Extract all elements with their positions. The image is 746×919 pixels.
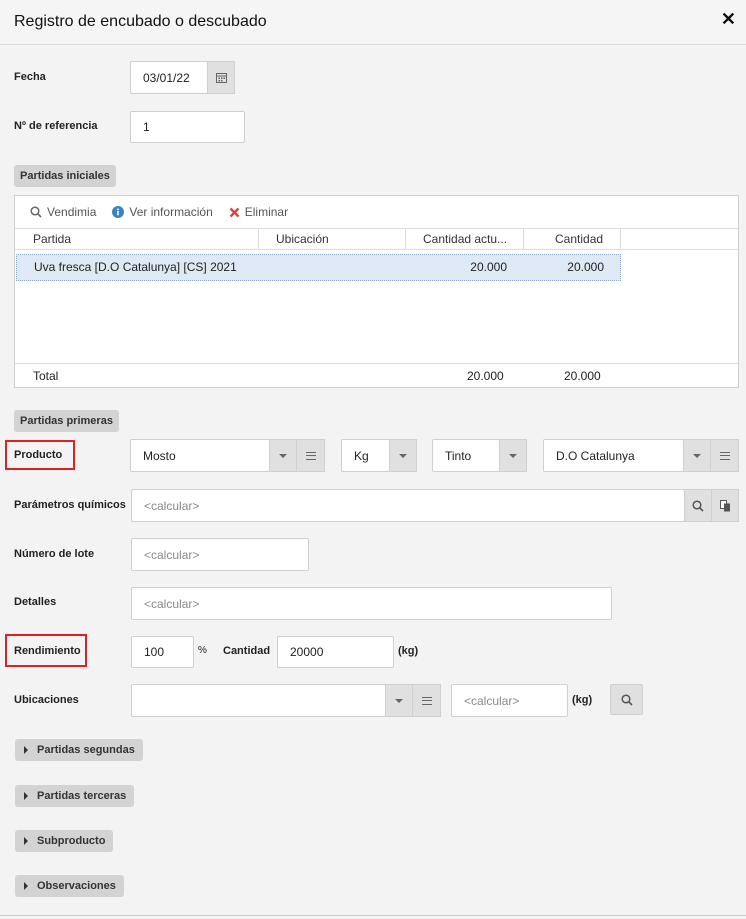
calendar-icon bbox=[215, 73, 227, 83]
partidas-terceras-label: Partidas terceras bbox=[37, 790, 127, 802]
cell-cantidad-actual: 20.000 bbox=[470, 260, 507, 274]
detalles-input[interactable]: <calcular> bbox=[131, 587, 612, 620]
chevron-right-icon bbox=[24, 792, 28, 800]
cantidad-unit: (kg) bbox=[398, 645, 419, 657]
ubicaciones-unit: (kg) bbox=[572, 694, 593, 706]
fecha-input[interactable]: 03/01/22 bbox=[130, 61, 208, 94]
column-header-ubicacion[interactable]: Ubicación bbox=[259, 229, 406, 249]
partidas-segundas-toggle[interactable]: Partidas segundas bbox=[15, 739, 143, 761]
parametros-label: Parámetros químicos bbox=[14, 499, 126, 511]
search-icon bbox=[692, 499, 704, 512]
fecha-label: Fecha bbox=[14, 71, 46, 83]
referencia-input[interactable]: 1 bbox=[130, 111, 245, 143]
ubicaciones-list-button[interactable] bbox=[412, 684, 441, 717]
cell-cantidad: 20.000 bbox=[567, 260, 604, 274]
chevron-down-icon bbox=[509, 453, 517, 458]
chevron-down-icon bbox=[693, 453, 701, 458]
parametros-search-button[interactable] bbox=[684, 489, 712, 522]
denominacion-select[interactable]: D.O Catalunya bbox=[543, 439, 684, 472]
observaciones-toggle[interactable]: Observaciones bbox=[15, 875, 124, 897]
denominacion-dropdown-button[interactable] bbox=[683, 439, 711, 472]
total-cantidad: 20.000 bbox=[564, 369, 601, 383]
grid-header: Partida Ubicación Cantidad actu... Canti… bbox=[15, 228, 738, 250]
menu-icon bbox=[719, 451, 730, 460]
chevron-down-icon bbox=[279, 453, 287, 458]
vendimia-label: Vendimia bbox=[47, 205, 97, 219]
unit-dropdown-button[interactable] bbox=[389, 439, 417, 472]
ubicaciones-dropdown-button[interactable] bbox=[385, 684, 413, 717]
partidas-terceras-toggle[interactable]: Partidas terceras bbox=[15, 785, 135, 807]
referencia-label: Nº de referencia bbox=[14, 120, 98, 132]
lote-input[interactable]: <calcular> bbox=[131, 538, 309, 571]
partidas-segundas-label: Partidas segundas bbox=[37, 744, 135, 756]
producto-list-button[interactable] bbox=[296, 439, 325, 472]
eliminar-button[interactable]: Eliminar bbox=[229, 205, 288, 219]
observaciones-label: Observaciones bbox=[37, 880, 116, 892]
grid-toolbar: Vendimia Ver información Eliminar bbox=[15, 196, 304, 228]
delete-icon bbox=[229, 207, 240, 217]
grid-footer: Total 20.000 20.000 bbox=[15, 363, 738, 387]
column-header-cantidad-actual[interactable]: Cantidad actu... bbox=[406, 229, 524, 249]
partidas-iniciales-tag: Partidas iniciales bbox=[14, 165, 116, 187]
color-select[interactable]: Tinto bbox=[432, 439, 500, 472]
column-header-cantidad[interactable]: Cantidad bbox=[524, 229, 621, 249]
table-row[interactable]: Uva fresca [D.O Catalunya] [CS] 2021 20.… bbox=[16, 254, 621, 281]
menu-icon bbox=[421, 696, 432, 705]
partidas-primeras-tag: Partidas primeras bbox=[14, 410, 119, 432]
parametros-input[interactable]: <calcular> bbox=[131, 489, 685, 522]
lote-label: Número de lote bbox=[14, 548, 95, 560]
producto-dropdown-button[interactable] bbox=[269, 439, 297, 472]
copy-icon bbox=[719, 499, 730, 511]
search-icon bbox=[30, 206, 42, 218]
cantidad-input[interactable]: 20000 bbox=[277, 636, 394, 668]
total-label: Total bbox=[33, 369, 59, 383]
total-cantidad-actual: 20.000 bbox=[467, 369, 504, 383]
menu-icon bbox=[305, 451, 316, 460]
chevron-right-icon bbox=[24, 882, 28, 890]
ver-informacion-button[interactable]: Ver información bbox=[112, 205, 213, 219]
column-header-partida[interactable]: Partida bbox=[15, 229, 259, 249]
calendar-button[interactable] bbox=[207, 61, 235, 94]
partidas-iniciales-grid: Vendimia Ver información Eliminar Partid… bbox=[14, 195, 739, 388]
unit-select[interactable]: Kg bbox=[341, 439, 390, 472]
cell-partida: Uva fresca [D.O Catalunya] [CS] 2021 bbox=[34, 260, 237, 274]
subproducto-label: Subproducto bbox=[37, 835, 106, 847]
ubicaciones-label: Ubicaciones bbox=[14, 694, 79, 706]
ubicaciones-select[interactable] bbox=[131, 684, 386, 717]
chevron-right-icon bbox=[24, 837, 28, 845]
cantidad-label: Cantidad bbox=[223, 645, 271, 657]
producto-select[interactable]: Mosto bbox=[130, 439, 270, 472]
color-dropdown-button[interactable] bbox=[499, 439, 527, 472]
ubicaciones-search-button[interactable] bbox=[610, 684, 643, 715]
rendimiento-input[interactable]: 100 bbox=[131, 636, 194, 668]
bottom-divider bbox=[0, 915, 746, 916]
denominacion-list-button[interactable] bbox=[710, 439, 739, 472]
ver-informacion-label: Ver información bbox=[129, 205, 213, 219]
rendimiento-label: Rendimiento bbox=[14, 645, 81, 657]
info-icon bbox=[112, 206, 125, 218]
vendimia-button[interactable]: Vendimia bbox=[30, 205, 96, 219]
percent-label: % bbox=[198, 645, 207, 656]
chevron-down-icon bbox=[395, 698, 403, 703]
parametros-copy-button[interactable] bbox=[711, 489, 739, 522]
dialog-title: Registro de encubado o descubado bbox=[14, 13, 267, 30]
chevron-down-icon bbox=[399, 453, 407, 458]
producto-label: Producto bbox=[14, 449, 63, 461]
eliminar-label: Eliminar bbox=[244, 205, 289, 219]
close-icon[interactable]: ✕ bbox=[721, 10, 736, 28]
search-icon bbox=[620, 693, 633, 706]
ubicaciones-cantidad-input[interactable]: <calcular> bbox=[451, 684, 568, 717]
subproducto-toggle[interactable]: Subproducto bbox=[15, 830, 114, 852]
chevron-right-icon bbox=[24, 746, 28, 754]
detalles-label: Detalles bbox=[14, 596, 57, 608]
